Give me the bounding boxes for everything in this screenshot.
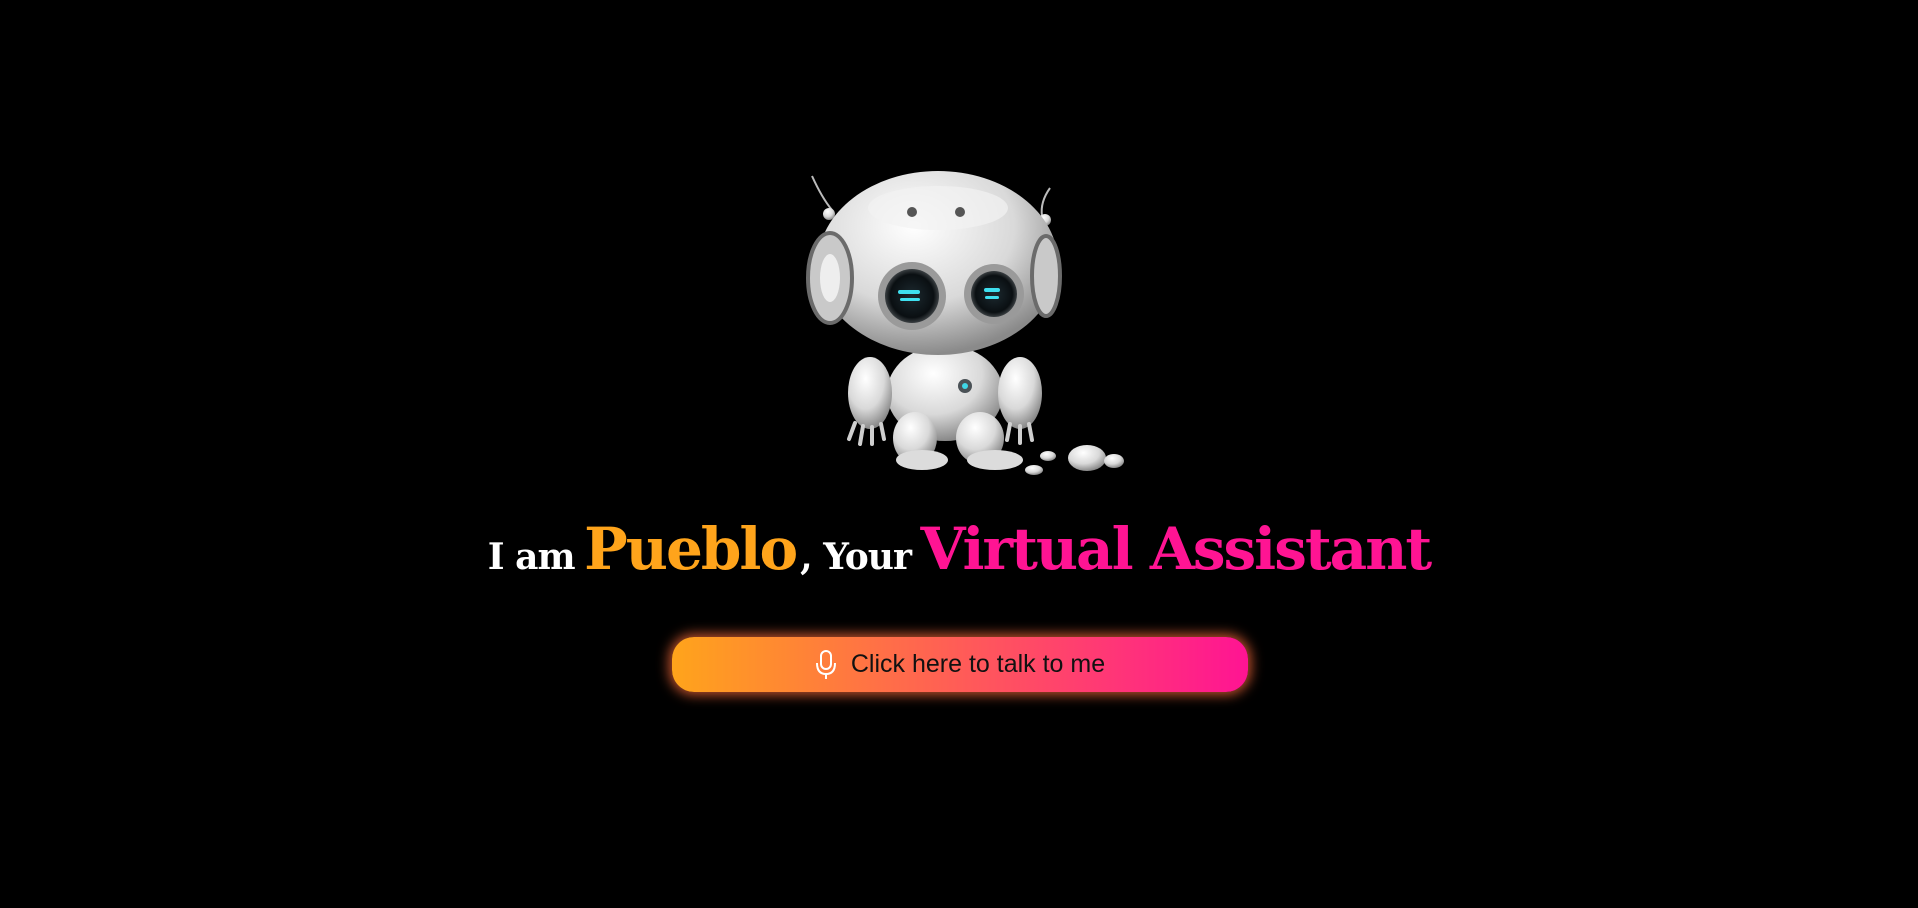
microphone-icon (815, 649, 836, 679)
headline-accent: Virtual Assistant (920, 515, 1433, 583)
assistant-name: Pueblo (584, 515, 798, 583)
headline-middle: , Your (800, 536, 912, 578)
landing-page: I am Pueblo, Your Virtual Assistant Clic… (0, 0, 1918, 908)
talk-button-label: Click here to talk to me (850, 650, 1106, 678)
headline: I am Pueblo, Your Virtual Assistant (0, 520, 1918, 578)
talk-button[interactable]: Click here to talk to me (672, 637, 1248, 692)
headline-prefix: I am (487, 536, 576, 578)
robot-mascot-image (806, 171, 1124, 475)
